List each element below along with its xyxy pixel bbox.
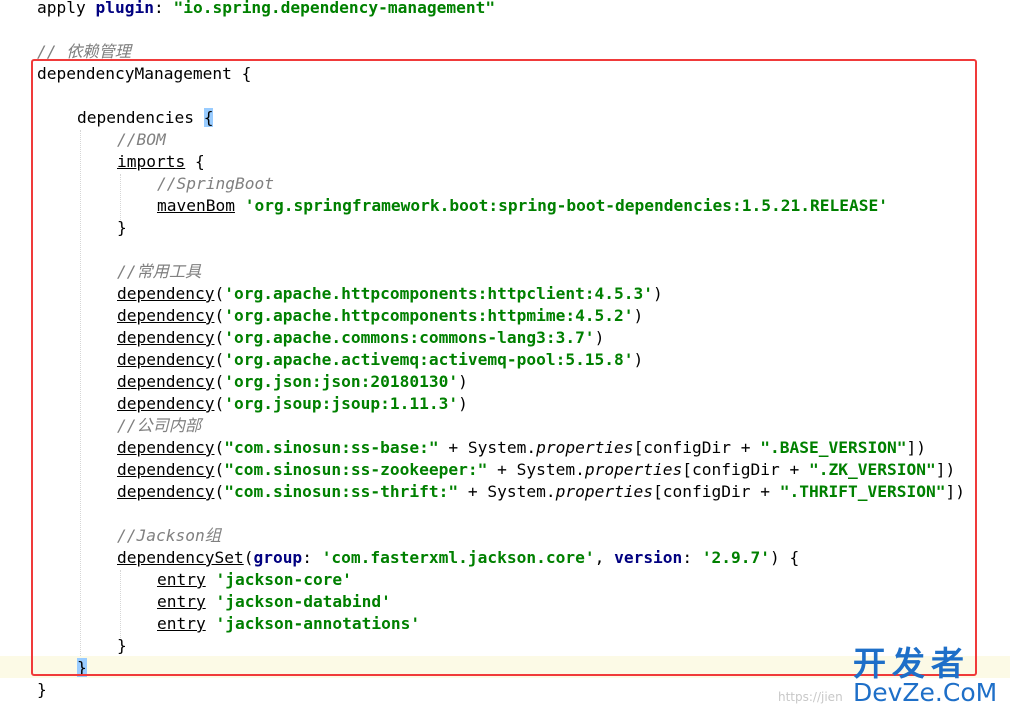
code-editor[interactable]: apply plugin: "io.spring.dependency-mana… — [0, 0, 1010, 714]
watermark-subtitle: DevZe.CoM — [853, 678, 998, 707]
highlight-annotation-box — [31, 59, 977, 676]
watermark-url: https://jien — [778, 690, 843, 704]
watermark-title: 开发者 — [853, 644, 970, 683]
code-line-apply-plugin[interactable]: apply plugin: "io.spring.dependency-mana… — [37, 0, 495, 19]
code-line-close-management[interactable]: } — [37, 679, 47, 701]
